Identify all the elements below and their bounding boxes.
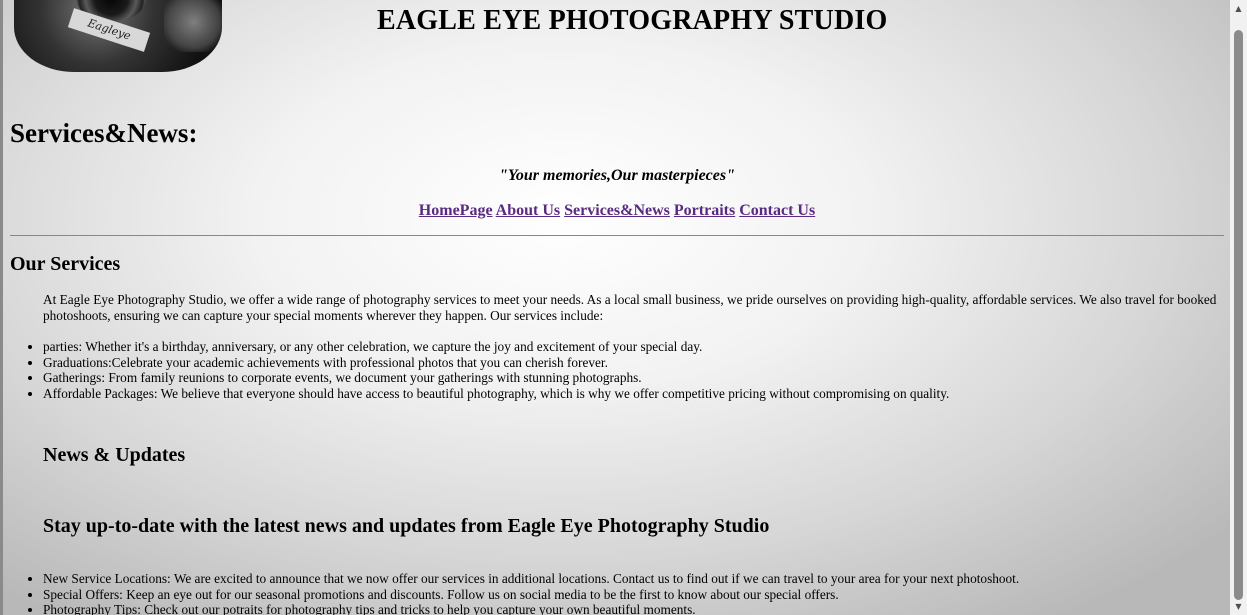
list-item: parties: Whether it's a birthday, annive… — [43, 339, 1243, 355]
news-heading: News & Updates — [43, 444, 186, 466]
news-subheading: Stay up-to-date with the latest news and… — [43, 515, 770, 537]
nav-link-portraits[interactable]: Portraits — [674, 202, 735, 219]
services-intro: At Eagle Eye Photography Studio, we offe… — [43, 292, 1217, 323]
services-list: parties: Whether it's a birthday, annive… — [10, 339, 1243, 401]
nav-link-contact-us[interactable]: Contact Us — [739, 202, 815, 219]
nav-link-services-news[interactable]: Services&News — [564, 202, 670, 219]
divider — [10, 235, 1224, 236]
list-item: Gatherings: From family reunions to corp… — [43, 370, 1243, 386]
list-item: Graduations:Celebrate your academic achi… — [43, 355, 1243, 371]
nav-link-homepage[interactable]: HomePage — [419, 202, 493, 219]
main-nav: HomePage About Us Services&News Portrait… — [10, 202, 1224, 220]
scrollbar-thumb[interactable] — [1234, 30, 1243, 600]
studio-logo-image: Eagleye — [14, 0, 222, 72]
list-item: Special Offers: Keep an eye out for our … — [43, 587, 1243, 603]
nav-link-about-us[interactable]: About Us — [496, 202, 560, 219]
scroll-down-arrow-icon[interactable]: ▼ — [1230, 598, 1247, 615]
page-heading: Services&News: — [10, 118, 198, 148]
tagline: "Your memories,Our masterpieces" — [499, 167, 735, 184]
list-item: New Service Locations: We are excited to… — [43, 571, 1243, 587]
scroll-up-arrow-icon[interactable]: ▲ — [1230, 0, 1247, 17]
page-content: Eagleye EAGLE EYE PHOTOGRAPHY STUDIO Ser… — [10, 0, 1224, 615]
list-item: Photography Tips: Check out our potraits… — [43, 602, 1243, 615]
services-heading: Our Services — [10, 253, 121, 275]
news-list: New Service Locations: We are excited to… — [10, 571, 1243, 615]
studio-title: EAGLE EYE PHOTOGRAPHY STUDIO — [377, 5, 888, 36]
list-item: Affordable Packages: We believe that eve… — [43, 386, 1243, 402]
window-left-edge — [0, 0, 3, 615]
vertical-scrollbar[interactable]: ▲ ▼ — [1230, 0, 1247, 615]
